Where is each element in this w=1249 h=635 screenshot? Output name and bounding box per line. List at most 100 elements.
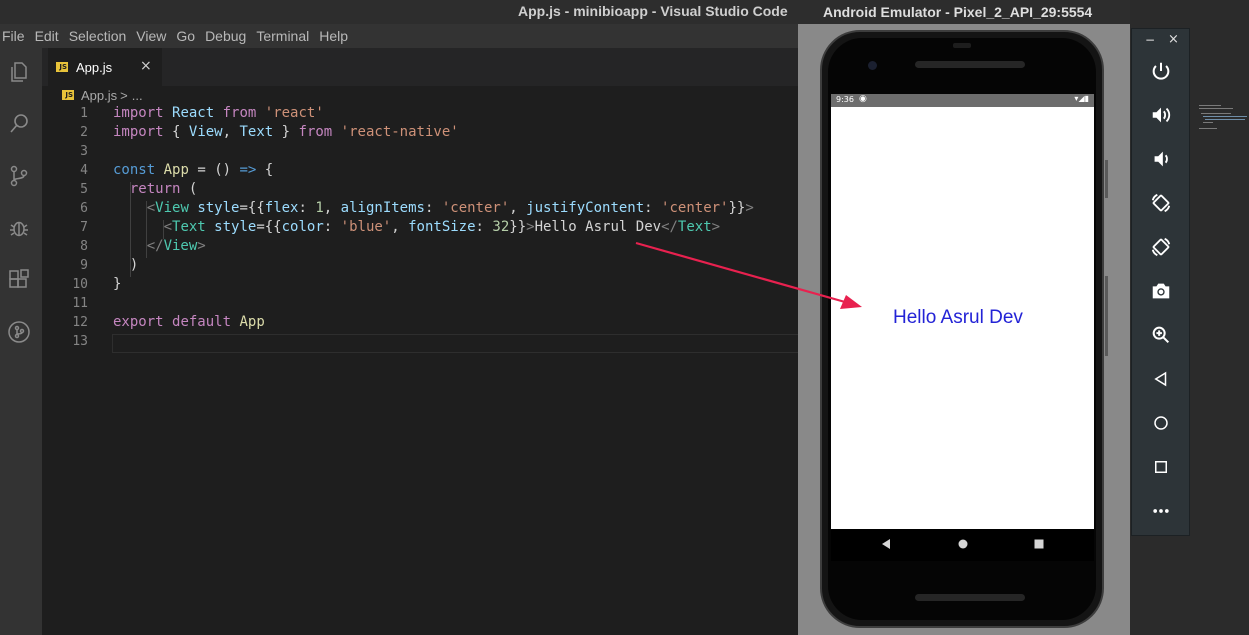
back-icon[interactable] [1148, 366, 1174, 392]
tab-app-js[interactable]: JS App.js × [48, 48, 162, 86]
menu-file[interactable]: File [2, 28, 25, 44]
android-nav-bar [831, 529, 1094, 561]
emulator-toolbar: − × [1131, 28, 1190, 536]
explorer-icon[interactable] [5, 58, 33, 86]
code-area[interactable]: 1 import React from 'react' 2 import { View… [42, 104, 798, 351]
menu-bar: File Edit Selection View Go Debug Termin… [0, 24, 798, 48]
bottom-speaker [915, 594, 1025, 601]
debug-icon[interactable] [5, 214, 33, 242]
line-number: 8 [80, 239, 88, 254]
code-line[interactable]: 9 ) [42, 256, 798, 275]
menu-help[interactable]: Help [319, 28, 348, 44]
menu-debug[interactable]: Debug [205, 28, 246, 44]
top-speaker [915, 61, 1025, 68]
hello-text: Hello Asrul Dev [893, 307, 1023, 328]
minimize-icon[interactable]: − [1145, 33, 1155, 47]
code-line[interactable]: 6 <View style={{flex: 1, alignItems: 'ce… [42, 199, 798, 218]
code-editor[interactable]: JS App.js × JS App.js > ... 1 import Reac… [42, 48, 802, 635]
emulator-title-bar: Android Emulator - Pixel_2_API_29:5554 [798, 0, 1130, 24]
code-line[interactable]: 7 <Text style={{color: 'blue', fontSize:… [42, 218, 798, 237]
code-line[interactable]: 2 import { View, Text } from 'react-nativ… [42, 123, 798, 142]
search-icon[interactable] [5, 110, 33, 138]
power-icon[interactable] [1148, 58, 1174, 84]
volume-down-icon[interactable] [1148, 146, 1174, 172]
js-file-icon: JS [56, 62, 68, 72]
code-line[interactable]: 12 export default App [42, 313, 798, 332]
front-camera-icon [868, 61, 877, 70]
phone-power-key [1105, 160, 1108, 198]
minimap-fragment [1199, 105, 1247, 129]
more-icon[interactable] [1148, 498, 1174, 524]
menu-go[interactable]: Go [176, 28, 195, 44]
line-number: 4 [80, 163, 88, 178]
emulator-window-title: Android Emulator - Pixel_2_API_29:5554 [823, 4, 1093, 20]
line-number: 5 [80, 182, 88, 197]
nav-back-icon[interactable] [880, 538, 892, 550]
zoom-icon[interactable] [1148, 322, 1174, 348]
line-text: export default App [113, 314, 265, 330]
breadcrumb-separator-icon: > [120, 87, 128, 103]
volume-up-icon[interactable] [1148, 102, 1174, 128]
line-number: 3 [80, 144, 88, 159]
code-line[interactable]: 10} [42, 275, 798, 294]
line-number: 11 [72, 296, 88, 311]
rotate-right-icon[interactable] [1148, 234, 1174, 260]
line-number: 2 [80, 125, 88, 140]
line-text: <Text style={{color: 'blue', fontSize: 3… [163, 219, 721, 235]
line-number: 13 [72, 334, 88, 349]
code-line[interactable]: 13 [42, 332, 798, 351]
menu-view[interactable]: View [136, 28, 166, 44]
menu-edit[interactable]: Edit [35, 28, 59, 44]
line-number: 6 [80, 201, 88, 216]
line-number: 9 [80, 258, 88, 273]
line-text: return ( [129, 181, 198, 197]
extensions-icon[interactable] [5, 266, 33, 294]
line-text: <View style={{flex: 1, alignItems: 'cent… [146, 200, 754, 216]
vscode-title-bar: App.js - minibioapp - Visual Studio Code [0, 0, 798, 24]
rotate-left-icon[interactable] [1148, 190, 1174, 216]
android-status-bar: 9:36 ◉ ▾◢▮ [831, 94, 1094, 107]
line-text: ) [129, 257, 139, 273]
code-line[interactable]: 3 [42, 142, 798, 161]
code-line[interactable]: 5 return ( [42, 180, 798, 199]
breadcrumb-symbol[interactable]: ... [132, 88, 143, 103]
line-number: 1 [80, 106, 88, 121]
line-text: import { View, Text } from 'react-native… [113, 124, 459, 140]
git-graph-icon[interactable] [5, 318, 33, 346]
nav-overview-icon[interactable] [1033, 538, 1045, 550]
menu-terminal[interactable]: Terminal [256, 28, 309, 44]
code-line[interactable]: 4 const App = () => { [42, 161, 798, 180]
overview-icon[interactable] [1148, 454, 1174, 480]
tab-bar: JS App.js × [42, 48, 798, 86]
close-icon[interactable]: × [1168, 32, 1179, 47]
code-line[interactable]: 11 [42, 294, 798, 313]
breadcrumb-file[interactable]: App.js [81, 88, 117, 103]
code-line[interactable]: 8 </View> [42, 237, 798, 256]
line-text: import React from 'react' [113, 105, 324, 121]
emulator-panel: Android Emulator - Pixel_2_API_29:5554 9… [798, 0, 1249, 635]
line-number: 12 [72, 315, 88, 330]
phone-volume-key [1105, 276, 1108, 356]
camera-icon[interactable] [1148, 278, 1174, 304]
code-line[interactable]: 1 import React from 'react' [42, 104, 798, 123]
menu-selection[interactable]: Selection [69, 28, 127, 44]
status-wifi-battery-icon: ▾◢▮ [1074, 94, 1089, 103]
home-icon[interactable] [1148, 410, 1174, 436]
line-number: 10 [72, 277, 88, 292]
activity-bar [0, 48, 42, 635]
phone-sensor [953, 43, 971, 48]
breadcrumb: JS App.js > ... [62, 86, 143, 104]
vscode-window-title: App.js - minibioapp - Visual Studio Code [518, 3, 788, 19]
nav-home-icon[interactable] [957, 538, 969, 550]
line-text: const App = () => { [113, 162, 274, 178]
tab-close-icon[interactable]: × [140, 58, 152, 74]
js-file-icon: JS [62, 90, 74, 100]
app-screen[interactable]: Hello Asrul Dev [831, 107, 1094, 529]
line-text: </View> [146, 238, 206, 254]
line-number: 7 [80, 220, 88, 235]
status-sync-icon: ◉ [859, 94, 867, 104]
tab-label: App.js [76, 59, 113, 75]
line-text: } [113, 276, 122, 292]
source-control-icon[interactable] [5, 162, 33, 190]
status-time: 9:36 [836, 95, 854, 104]
